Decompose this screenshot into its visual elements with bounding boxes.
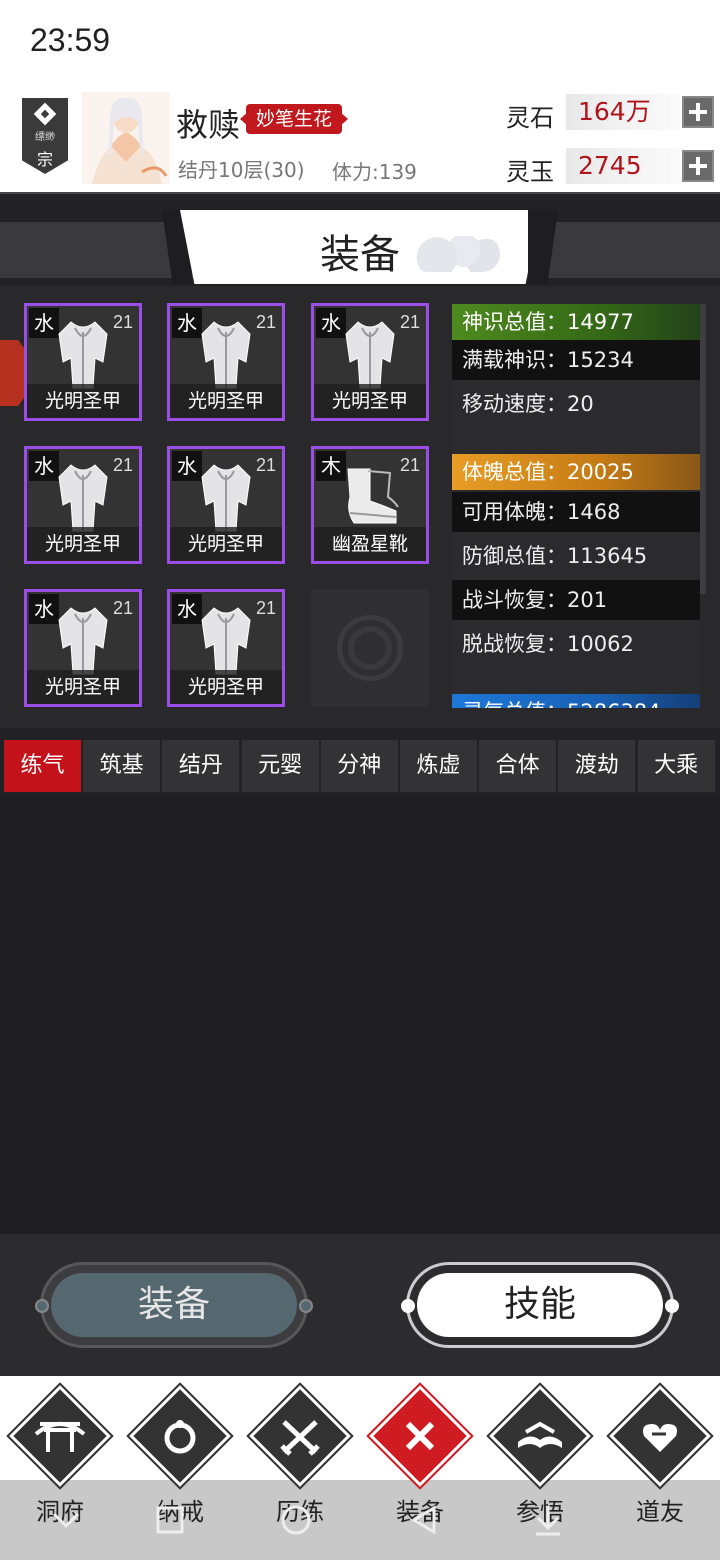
- pill-dot: [665, 1299, 679, 1313]
- empty-equipment-slot[interactable]: [311, 589, 429, 707]
- system-nav-recents-icon[interactable]: [150, 1500, 190, 1540]
- equipment-slot[interactable]: 水 21 光明圣甲: [24, 589, 142, 707]
- nav-label: 道友: [636, 1498, 684, 1526]
- robe-icon: [196, 461, 256, 533]
- equipment-level: 21: [255, 455, 276, 475]
- robe-icon: [196, 318, 256, 390]
- equipment-name: 光明圣甲: [170, 384, 282, 418]
- stat-row: 脱战恢复：10062: [462, 632, 634, 656]
- equipment-level: 21: [255, 312, 276, 332]
- system-nav-home-icon[interactable]: [276, 1500, 316, 1540]
- sect-badge[interactable]: 缥缈 宗: [22, 98, 68, 174]
- system-nav-back-icon[interactable]: [404, 1500, 444, 1540]
- stats-panel[interactable]: 神识总值：14977 满载神识：15234 移动速度：20 体魄总值：20025 可用体…: [452, 304, 700, 708]
- stats-scrollbar[interactable]: [700, 304, 706, 594]
- boots-icon: [340, 461, 400, 533]
- spirit-stone-value: 164万: [566, 94, 680, 130]
- stat-row: 战斗恢复：201: [452, 580, 700, 620]
- sect-diamond-icon: [33, 102, 57, 126]
- close-x-icon: [405, 1421, 435, 1451]
- sect-badge-big: 宗: [36, 150, 53, 169]
- equipment-slot[interactable]: 水 21 光明圣甲: [167, 589, 285, 707]
- stamina: 体力:139: [332, 160, 417, 184]
- equipment-level: 21: [255, 598, 276, 618]
- avatar[interactable]: [82, 92, 170, 184]
- stat-row: 满载神识：15234: [452, 340, 700, 380]
- spirit-jade-label: 灵玉: [506, 158, 554, 186]
- tab-realm[interactable]: 炼虚: [400, 740, 477, 792]
- equipment-list-area: [0, 794, 720, 1234]
- tab-realm[interactable]: 渡劫: [558, 740, 636, 792]
- player-name: 救赎: [176, 106, 241, 144]
- equipment-level: 21: [399, 455, 420, 475]
- equipment-name: 光明圣甲: [314, 384, 426, 418]
- title-badge: 妙笔生花: [246, 104, 343, 134]
- stat-row: 可用体魄：1468: [452, 492, 700, 532]
- stat-row: 移动速度：20: [462, 392, 594, 416]
- equipment-slot[interactable]: 水 21 光明圣甲: [24, 303, 142, 421]
- pavilion-icon: [34, 1422, 86, 1452]
- spirit-jade-value: 2745: [566, 148, 680, 184]
- tab-realm[interactable]: 练气: [4, 740, 81, 792]
- player-header: 缥缈 宗 救赎 妙笔生花 结丹10层(30) 体力:139 灵石 164万 灵玉…: [0, 86, 720, 194]
- nav-item[interactable]: 道友: [600, 1382, 720, 1552]
- equipment-name: 光明圣甲: [27, 670, 139, 704]
- equip-button-label: 装备: [51, 1273, 297, 1337]
- heart-hands-icon: [643, 1424, 677, 1452]
- panel-title: 装备: [320, 232, 400, 278]
- tab-realm[interactable]: 分神: [320, 740, 398, 792]
- tab-realm[interactable]: 结丹: [162, 740, 240, 792]
- tab-realm[interactable]: 筑基: [83, 740, 161, 792]
- sect-badge-small: 缥缈: [35, 132, 55, 143]
- robe-icon: [53, 604, 113, 676]
- pill-dot: [299, 1299, 313, 1313]
- realm-tabs: 练气 筑基 结丹 元婴 分神 炼虚 合体 渡劫 大乘: [4, 740, 716, 792]
- stat-row: 防御总值：113645: [462, 544, 648, 568]
- equipment-name: 光明圣甲: [170, 527, 282, 561]
- spirit-stone-label: 灵石: [506, 104, 554, 132]
- equip-button[interactable]: 装备: [35, 1262, 313, 1348]
- stat-row: 神识总值：14977: [452, 304, 700, 340]
- cultivation-realm: 结丹10层(30): [178, 158, 305, 182]
- equipment-name: 幽盈星靴: [314, 527, 426, 561]
- stat-row: 体魄总值：20025: [452, 454, 700, 490]
- open-book-icon: [518, 1421, 562, 1448]
- equipment-slot[interactable]: 水 21 光明圣甲: [24, 446, 142, 564]
- ring-icon: [164, 1420, 196, 1454]
- skill-button-label: 技能: [417, 1273, 663, 1337]
- tab-realm[interactable]: 大乘: [637, 740, 715, 792]
- tab-realm[interactable]: 元婴: [241, 740, 319, 792]
- equipment-name: 光明圣甲: [170, 670, 282, 704]
- crossed-swords-icon: [280, 1420, 320, 1456]
- stat-row: 灵气总值：5286384: [452, 694, 700, 708]
- equipment-level: 21: [112, 312, 133, 332]
- equipment-name: 光明圣甲: [27, 384, 139, 418]
- pill-dot: [35, 1299, 49, 1313]
- equipment-slot[interactable]: 木 21 幽盈星靴: [311, 446, 429, 564]
- equipment-level: 21: [399, 312, 420, 332]
- equipment-level: 21: [112, 455, 133, 475]
- add-spirit-stone-button[interactable]: [682, 96, 714, 128]
- equipment-level: 21: [112, 598, 133, 618]
- robe-icon: [53, 318, 113, 390]
- equipment-slot[interactable]: 水 21 光明圣甲: [167, 446, 285, 564]
- pill-dot: [401, 1299, 415, 1313]
- robe-icon: [340, 318, 400, 390]
- empty-slot-seal-icon: [337, 615, 403, 681]
- status-bar: 23:59: [0, 0, 720, 86]
- equipment-slot[interactable]: 水 21 光明圣甲: [311, 303, 429, 421]
- add-spirit-jade-button[interactable]: [682, 150, 714, 182]
- skill-button[interactable]: 技能: [401, 1262, 679, 1348]
- system-nav-down-icon[interactable]: [46, 1500, 86, 1540]
- equipment-slot[interactable]: 水 21 光明圣甲: [167, 303, 285, 421]
- status-time: 23:59: [30, 22, 111, 58]
- robe-icon: [196, 604, 256, 676]
- system-nav-download-icon[interactable]: [528, 1500, 568, 1540]
- equipment-name: 光明圣甲: [27, 527, 139, 561]
- robe-icon: [53, 461, 113, 533]
- tab-realm[interactable]: 合体: [479, 740, 557, 792]
